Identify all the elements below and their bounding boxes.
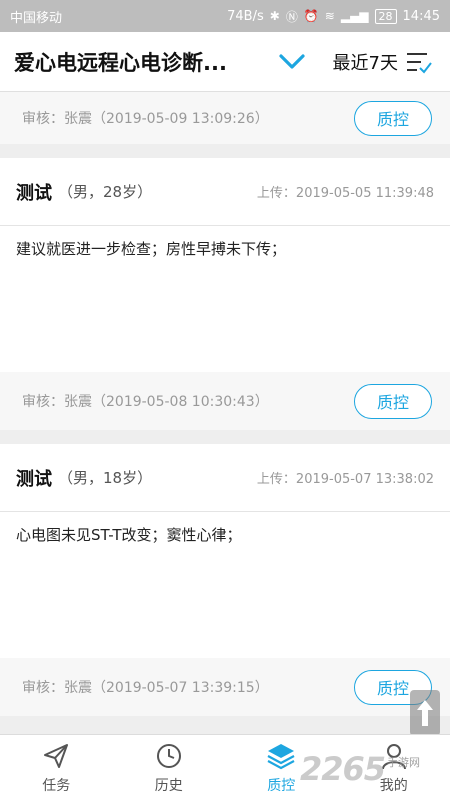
diagnosis-text: 心电图未见ST-T改变；窦性心律； <box>16 526 242 544</box>
send-icon <box>44 743 69 768</box>
nav-tab-history[interactable]: 历史 <box>113 735 226 800</box>
upload-time: 上传：2019-05-07 13:38:02 <box>256 472 434 487</box>
card-header: 测试 （男，18岁） 上传：2019-05-07 13:38:02 <box>0 444 450 512</box>
status-bar: 中国移动 74B/s ✱ Ⓝ ⏰ ≋ ▂▄▆ 28 14:45 <box>0 0 450 32</box>
review-info: 审核：张震（2019-05-07 13:39:15） <box>22 680 269 696</box>
card-footer: 审核：张震（2019-05-09 13:09:26） 质控 <box>0 92 450 144</box>
network-speed: 74B/s <box>227 8 264 24</box>
clock-icon <box>156 743 181 768</box>
patient-meta: （男，18岁） <box>58 469 153 487</box>
arrow-up-icon <box>417 700 433 726</box>
patient-meta: （男，28岁） <box>58 183 153 201</box>
alarm-icon: ⏰ <box>303 9 319 23</box>
nav-tab-tasks[interactable]: 任务 <box>0 735 113 800</box>
nav-label: 任务 <box>42 777 71 794</box>
record-list[interactable]: 审核：张震（2019-05-09 13:09:26） 质控 测试 （男，28岁）… <box>0 92 450 734</box>
nav-label: 历史 <box>154 777 183 794</box>
diagnosis-text: 建议就医进一步检查；房性早搏未下传； <box>16 240 287 258</box>
record-card[interactable]: 测试 （男，28岁） 上传：2019-05-05 11:39:48 建议就医进一… <box>0 158 450 430</box>
review-info: 审核：张震（2019-05-08 10:30:43） <box>22 394 269 410</box>
upload-time: 上传：2019-05-05 11:39:48 <box>256 186 434 201</box>
title-dropdown-button[interactable] <box>274 47 310 77</box>
review-info: 审核：张震（2019-05-09 13:09:26） <box>22 111 269 127</box>
filter-button[interactable] <box>402 47 436 77</box>
quality-control-button[interactable]: 质控 <box>354 100 432 136</box>
card-footer: 审核：张震（2019-05-08 10:30:43） 质控 <box>0 372 450 430</box>
record-card[interactable]: 测试 （男，18岁） 上传：2019-05-07 13:38:02 心电图未见S… <box>0 444 450 716</box>
card-header: 测试 （男，28岁） 上传：2019-05-05 11:39:48 <box>0 158 450 226</box>
watermark: 2265 手游网 <box>300 744 450 794</box>
watermark-number: 2265 <box>300 750 386 788</box>
page-title: 爱心电远程心电诊断... <box>14 50 227 75</box>
bluetooth-icon: ✱ <box>269 9 280 23</box>
scroll-top-button[interactable] <box>410 690 440 736</box>
record-card: 审核：张震（2019-05-09 13:09:26） 质控 <box>0 92 450 144</box>
layers-icon <box>267 743 295 769</box>
chevron-down-icon <box>279 53 305 69</box>
card-footer: 审核：张震（2019-05-07 13:39:15） 质控 <box>0 658 450 716</box>
nav-label: 质控 <box>267 777 296 794</box>
clock-time: 14:45 <box>402 8 440 24</box>
patient-name: 测试 <box>16 468 52 490</box>
status-icons: 74B/s ✱ Ⓝ ⏰ ≋ ▂▄▆ 28 14:45 <box>227 8 440 25</box>
quality-control-button[interactable]: 质控 <box>354 383 432 419</box>
app-header: 爱心电远程心电诊断... 最近7天 <box>0 32 450 92</box>
watermark-text: 手游网 <box>387 756 421 769</box>
filter-list-icon <box>407 52 432 74</box>
patient-name: 测试 <box>16 182 52 204</box>
signal-icon: ▂▄▆ <box>340 9 369 23</box>
carrier-label: 中国移动 <box>10 10 63 26</box>
nfc-icon: Ⓝ <box>285 9 298 24</box>
date-range-selector[interactable]: 最近7天 <box>333 49 398 75</box>
wifi-icon: ≋ <box>324 9 335 23</box>
battery-icon: 28 <box>374 8 397 24</box>
